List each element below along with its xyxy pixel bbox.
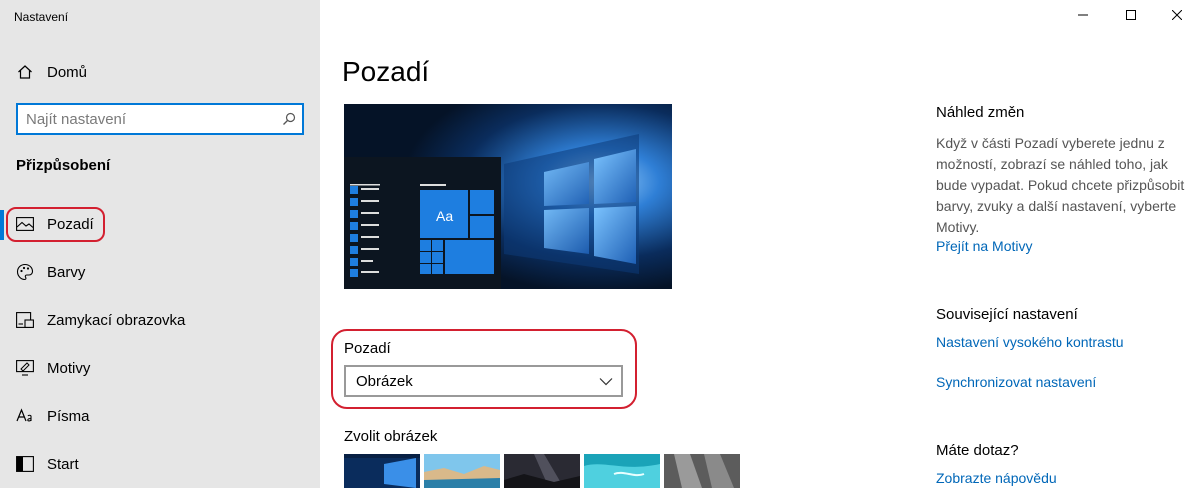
search-box[interactable]: [16, 103, 304, 135]
close-button[interactable]: [1154, 0, 1200, 32]
sidebar-item-label: Domů: [47, 63, 88, 81]
sidebar-item-fonts[interactable]: Písma: [0, 396, 320, 436]
minimize-icon: [1078, 7, 1088, 25]
picture-thumbnail[interactable]: [584, 454, 660, 488]
sidebar-item-label: Písma: [47, 407, 90, 425]
start-icon: [16, 455, 34, 473]
maximize-icon: [1126, 7, 1136, 25]
sidebar-item-label: Motivy: [47, 359, 91, 377]
sidebar-item-label: Start: [47, 455, 79, 473]
themes-link[interactable]: Přejít na Motivy: [936, 238, 1032, 254]
picture-thumbnail[interactable]: [344, 454, 420, 488]
preview-image: [344, 104, 672, 289]
question-heading: Máte dotaz?: [936, 442, 1019, 459]
page-title: Pozadí: [342, 56, 430, 87]
picture-thumbnail[interactable]: [424, 454, 500, 488]
preview-tile-text: Aa: [436, 208, 454, 224]
picture-thumbnail[interactable]: [504, 454, 580, 488]
sidebar-item-label: Barvy: [47, 263, 86, 281]
help-link[interactable]: Zobrazte nápovědu: [936, 470, 1057, 486]
sidebar-item-lock-screen[interactable]: Zamykací obrazovka: [0, 300, 320, 340]
maximize-button[interactable]: [1108, 0, 1154, 32]
sidebar-item-themes[interactable]: Motivy: [0, 348, 320, 388]
sidebar-item-colors[interactable]: Barvy: [0, 252, 320, 292]
high-contrast-link[interactable]: Nastavení vysokého kontrastu: [936, 334, 1124, 350]
sidebar-item-label: Zamykací obrazovka: [47, 311, 186, 329]
section-header: Přizpůsobení: [16, 157, 111, 174]
related-settings-heading: Související nastavení: [936, 306, 1078, 323]
preview-description: Když v části Pozadí vyberete jednu z mož…: [936, 135, 1185, 235]
sidebar-item-home[interactable]: Domů: [0, 52, 320, 92]
close-icon: [1171, 7, 1183, 25]
dropdown-value: Obrázek: [356, 373, 413, 390]
sync-settings-link[interactable]: Synchronizovat nastavení: [936, 374, 1096, 390]
home-icon: [16, 63, 34, 81]
lock-screen-icon: [16, 311, 34, 329]
minimize-button[interactable]: [1060, 0, 1106, 32]
sidebar-item-background[interactable]: Pozadí: [0, 204, 320, 244]
chevron-down-icon: [599, 374, 613, 388]
background-preview: Aa: [344, 104, 672, 289]
themes-icon: [16, 359, 34, 377]
background-dropdown[interactable]: Obrázek: [344, 365, 623, 397]
background-label: Pozadí: [344, 340, 391, 357]
sidebar-item-label: Pozadí: [47, 215, 94, 233]
search-input[interactable]: [26, 109, 276, 129]
fonts-icon: [16, 407, 34, 425]
palette-icon: [16, 263, 34, 281]
preview-heading: Náhled změn: [936, 104, 1025, 121]
choose-picture-label: Zvolit obrázek: [344, 428, 438, 445]
search-icon[interactable]: [282, 112, 296, 126]
app-title: Nastavení: [14, 10, 69, 24]
sidebar: Nastavení Domů Přizpůsobení Pozadí Barvy…: [0, 0, 320, 488]
sidebar-item-start[interactable]: Start: [0, 444, 320, 484]
picture-thumbnail[interactable]: [664, 454, 740, 488]
picture-icon: [16, 215, 34, 233]
